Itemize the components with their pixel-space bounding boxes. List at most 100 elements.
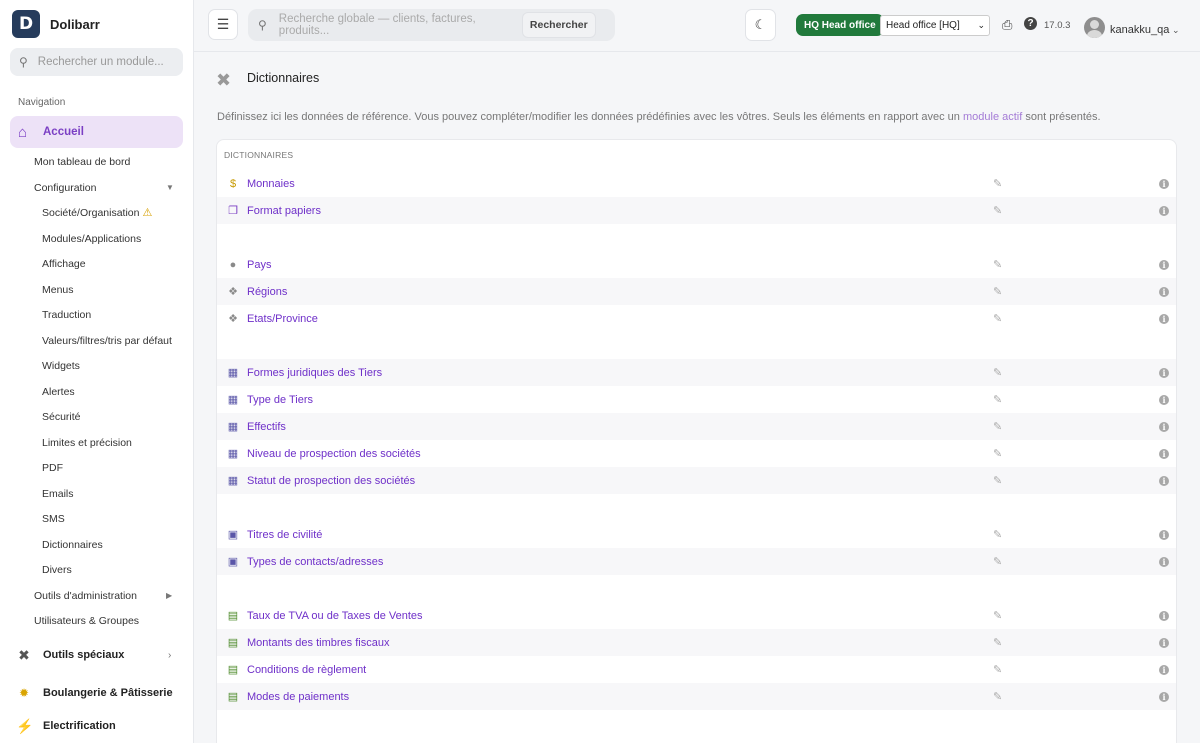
sidebar-module-boulangerie[interactable]: ✹ Boulangerie & Pâtisserie bbox=[16, 682, 173, 704]
sidebar-item-accueil[interactable]: ⌂ Accueil bbox=[10, 116, 183, 148]
sidebar-subitem[interactable]: Widgets bbox=[42, 357, 80, 375]
entity-badge[interactable]: HQ Head office bbox=[796, 14, 884, 36]
caret-right-icon[interactable]: ▶ bbox=[166, 591, 172, 600]
sidebar-module-electrification[interactable]: ⚡ Electrification bbox=[16, 715, 116, 737]
dictionary-link[interactable]: Format papiers bbox=[247, 205, 321, 217]
dictionary-link[interactable]: Conditions de règlement bbox=[247, 664, 366, 676]
sidebar-subitem[interactable]: Valeurs/filtres/tris par défaut bbox=[42, 332, 172, 350]
module-search-input[interactable]: ⚲ Rechercher un module... bbox=[10, 48, 183, 76]
pencil-icon[interactable]: ✎ bbox=[993, 420, 1002, 433]
chevron-down-icon[interactable]: ⌄ bbox=[1172, 25, 1180, 36]
pencil-icon[interactable]: ✎ bbox=[993, 474, 1002, 487]
sidebar-subitem[interactable]: Emails bbox=[42, 485, 74, 503]
global-search-input[interactable]: Recherche globale — clients, factures, p… bbox=[279, 13, 522, 37]
dictionary-link[interactable]: Pays bbox=[247, 259, 271, 271]
pencil-icon[interactable]: ✎ bbox=[993, 312, 1002, 325]
info-icon[interactable]: i bbox=[1159, 691, 1169, 702]
brand[interactable]: D Dolibarr bbox=[0, 0, 193, 48]
sidebar-subitem[interactable]: Dictionnaires bbox=[42, 536, 103, 554]
dictionary-link[interactable]: Titres de civilité bbox=[247, 529, 322, 541]
dictionary-link[interactable]: Etats/Province bbox=[247, 313, 318, 325]
pencil-icon[interactable]: ✎ bbox=[993, 177, 1002, 190]
sidebar-subitem[interactable]: Société/Organisation ⚠ bbox=[42, 204, 152, 222]
sidebar-subitem[interactable]: Traduction bbox=[42, 306, 91, 324]
info-icon[interactable]: i bbox=[1159, 259, 1169, 270]
help-icon[interactable]: ? bbox=[1024, 17, 1037, 30]
search-button[interactable]: Rechercher bbox=[521, 12, 596, 38]
sidebar-subitem[interactable]: Alertes bbox=[42, 383, 75, 401]
pencil-icon[interactable]: ✎ bbox=[993, 258, 1002, 271]
sidebar-subitem[interactable]: Sécurité bbox=[42, 408, 81, 426]
sidebar-subitem[interactable]: PDF bbox=[42, 459, 63, 477]
dictionary-row[interactable]: ▦ Effectifs ✎ i bbox=[217, 413, 1176, 440]
dictionary-row[interactable]: ❖ Régions ✎ i bbox=[217, 278, 1176, 305]
info-icon[interactable]: i bbox=[1159, 313, 1169, 324]
pencil-icon[interactable]: ✎ bbox=[993, 204, 1002, 217]
dictionary-row[interactable]: ▦ Type de Tiers ✎ i bbox=[217, 386, 1176, 413]
dictionary-link[interactable]: Monnaies bbox=[247, 178, 295, 190]
dictionary-link[interactable]: Niveau de prospection des sociétés bbox=[247, 448, 421, 460]
sidebar-subitem[interactable]: SMS bbox=[42, 510, 65, 528]
pencil-icon[interactable]: ✎ bbox=[993, 528, 1002, 541]
dictionary-link[interactable]: Formes juridiques des Tiers bbox=[247, 367, 382, 379]
info-icon[interactable]: i bbox=[1159, 664, 1169, 675]
pencil-icon[interactable]: ✎ bbox=[993, 285, 1002, 298]
dictionary-row[interactable]: $ Monnaies ✎ i bbox=[217, 170, 1176, 197]
pencil-icon[interactable]: ✎ bbox=[993, 609, 1002, 622]
entity-select[interactable]: Head office [HQ] ⌄ bbox=[880, 15, 990, 36]
printer-icon[interactable]: ⎙ bbox=[1002, 17, 1012, 33]
module-actif-link[interactable]: module actif bbox=[963, 111, 1022, 123]
pencil-icon[interactable]: ✎ bbox=[993, 555, 1002, 568]
chevron-right-icon[interactable]: › bbox=[168, 650, 171, 661]
pencil-icon[interactable]: ✎ bbox=[993, 366, 1002, 379]
pencil-icon[interactable]: ✎ bbox=[993, 690, 1002, 703]
info-icon[interactable]: i bbox=[1159, 556, 1169, 567]
dictionary-link[interactable]: Type de Tiers bbox=[247, 394, 313, 406]
sidebar-subitem[interactable]: Limites et précision bbox=[42, 434, 132, 452]
theme-toggle-button[interactable]: ☾ bbox=[745, 9, 776, 41]
dictionary-row[interactable]: ▤ Conditions de règlement ✎ i bbox=[217, 656, 1176, 683]
dictionary-link[interactable]: Statut de prospection des sociétés bbox=[247, 475, 415, 487]
pencil-icon[interactable]: ✎ bbox=[993, 447, 1002, 460]
dictionary-link[interactable]: Types de contacts/adresses bbox=[247, 556, 383, 568]
dictionary-row[interactable]: ▤ Modes de paiements ✎ i bbox=[217, 683, 1176, 710]
sidebar-subitem[interactable]: Outils d'administration bbox=[34, 587, 137, 605]
sidebar-subitem[interactable]: Modules/Applications bbox=[42, 230, 141, 248]
info-icon[interactable]: i bbox=[1159, 529, 1169, 540]
sidebar-module-outils-speciaux[interactable]: ✖ Outils spéciaux bbox=[16, 644, 124, 666]
sidebar-subitem[interactable]: Mon tableau de bord bbox=[34, 153, 130, 171]
info-icon[interactable]: i bbox=[1159, 367, 1169, 378]
dictionary-row[interactable]: ▦ Niveau de prospection des sociétés ✎ i bbox=[217, 440, 1176, 467]
dictionary-link[interactable]: Régions bbox=[247, 286, 287, 298]
dictionary-link[interactable]: Taux de TVA ou de Taxes de Ventes bbox=[247, 610, 423, 622]
sidebar-subitem[interactable]: Menus bbox=[42, 281, 74, 299]
sidebar-subitem[interactable]: Utilisateurs & Groupes bbox=[34, 612, 139, 630]
info-icon[interactable]: i bbox=[1159, 205, 1169, 216]
pencil-icon[interactable]: ✎ bbox=[993, 393, 1002, 406]
dictionary-link[interactable]: Modes de paiements bbox=[247, 691, 349, 703]
dictionary-row[interactable]: ▦ Statut de prospection des sociétés ✎ i bbox=[217, 467, 1176, 494]
avatar[interactable] bbox=[1084, 17, 1105, 38]
info-icon[interactable]: i bbox=[1159, 178, 1169, 189]
dictionary-link[interactable]: Montants des timbres fiscaux bbox=[247, 637, 389, 649]
dictionary-row[interactable]: ▤ Montants des timbres fiscaux ✎ i bbox=[217, 629, 1176, 656]
info-icon[interactable]: i bbox=[1159, 637, 1169, 648]
dictionary-link[interactable]: Effectifs bbox=[247, 421, 286, 433]
info-icon[interactable]: i bbox=[1159, 286, 1169, 297]
pencil-icon[interactable]: ✎ bbox=[993, 663, 1002, 676]
dictionary-row[interactable]: ❐ Format papiers ✎ i bbox=[217, 197, 1176, 224]
dictionary-row[interactable]: ▤ Taux de TVA ou de Taxes de Ventes ✎ i bbox=[217, 602, 1176, 629]
pencil-icon[interactable]: ✎ bbox=[993, 636, 1002, 649]
info-icon[interactable]: i bbox=[1159, 448, 1169, 459]
dictionary-row[interactable]: ▣ Titres de civilité ✎ i bbox=[217, 521, 1176, 548]
sidebar-subitem[interactable]: Divers bbox=[42, 561, 72, 579]
info-icon[interactable]: i bbox=[1159, 475, 1169, 486]
dictionary-row[interactable]: ❖ Etats/Province ✎ i bbox=[217, 305, 1176, 332]
dictionary-row[interactable]: ● Pays ✎ i bbox=[217, 251, 1176, 278]
info-icon[interactable]: i bbox=[1159, 421, 1169, 432]
username[interactable]: kanakku_qa bbox=[1110, 24, 1169, 36]
menu-toggle-button[interactable]: ☰ bbox=[208, 9, 238, 40]
sidebar-subitem[interactable]: Affichage bbox=[42, 255, 86, 273]
dictionary-row[interactable]: ▣ Types de contacts/adresses ✎ i bbox=[217, 548, 1176, 575]
caret-down-icon[interactable]: ▼ bbox=[166, 183, 174, 192]
